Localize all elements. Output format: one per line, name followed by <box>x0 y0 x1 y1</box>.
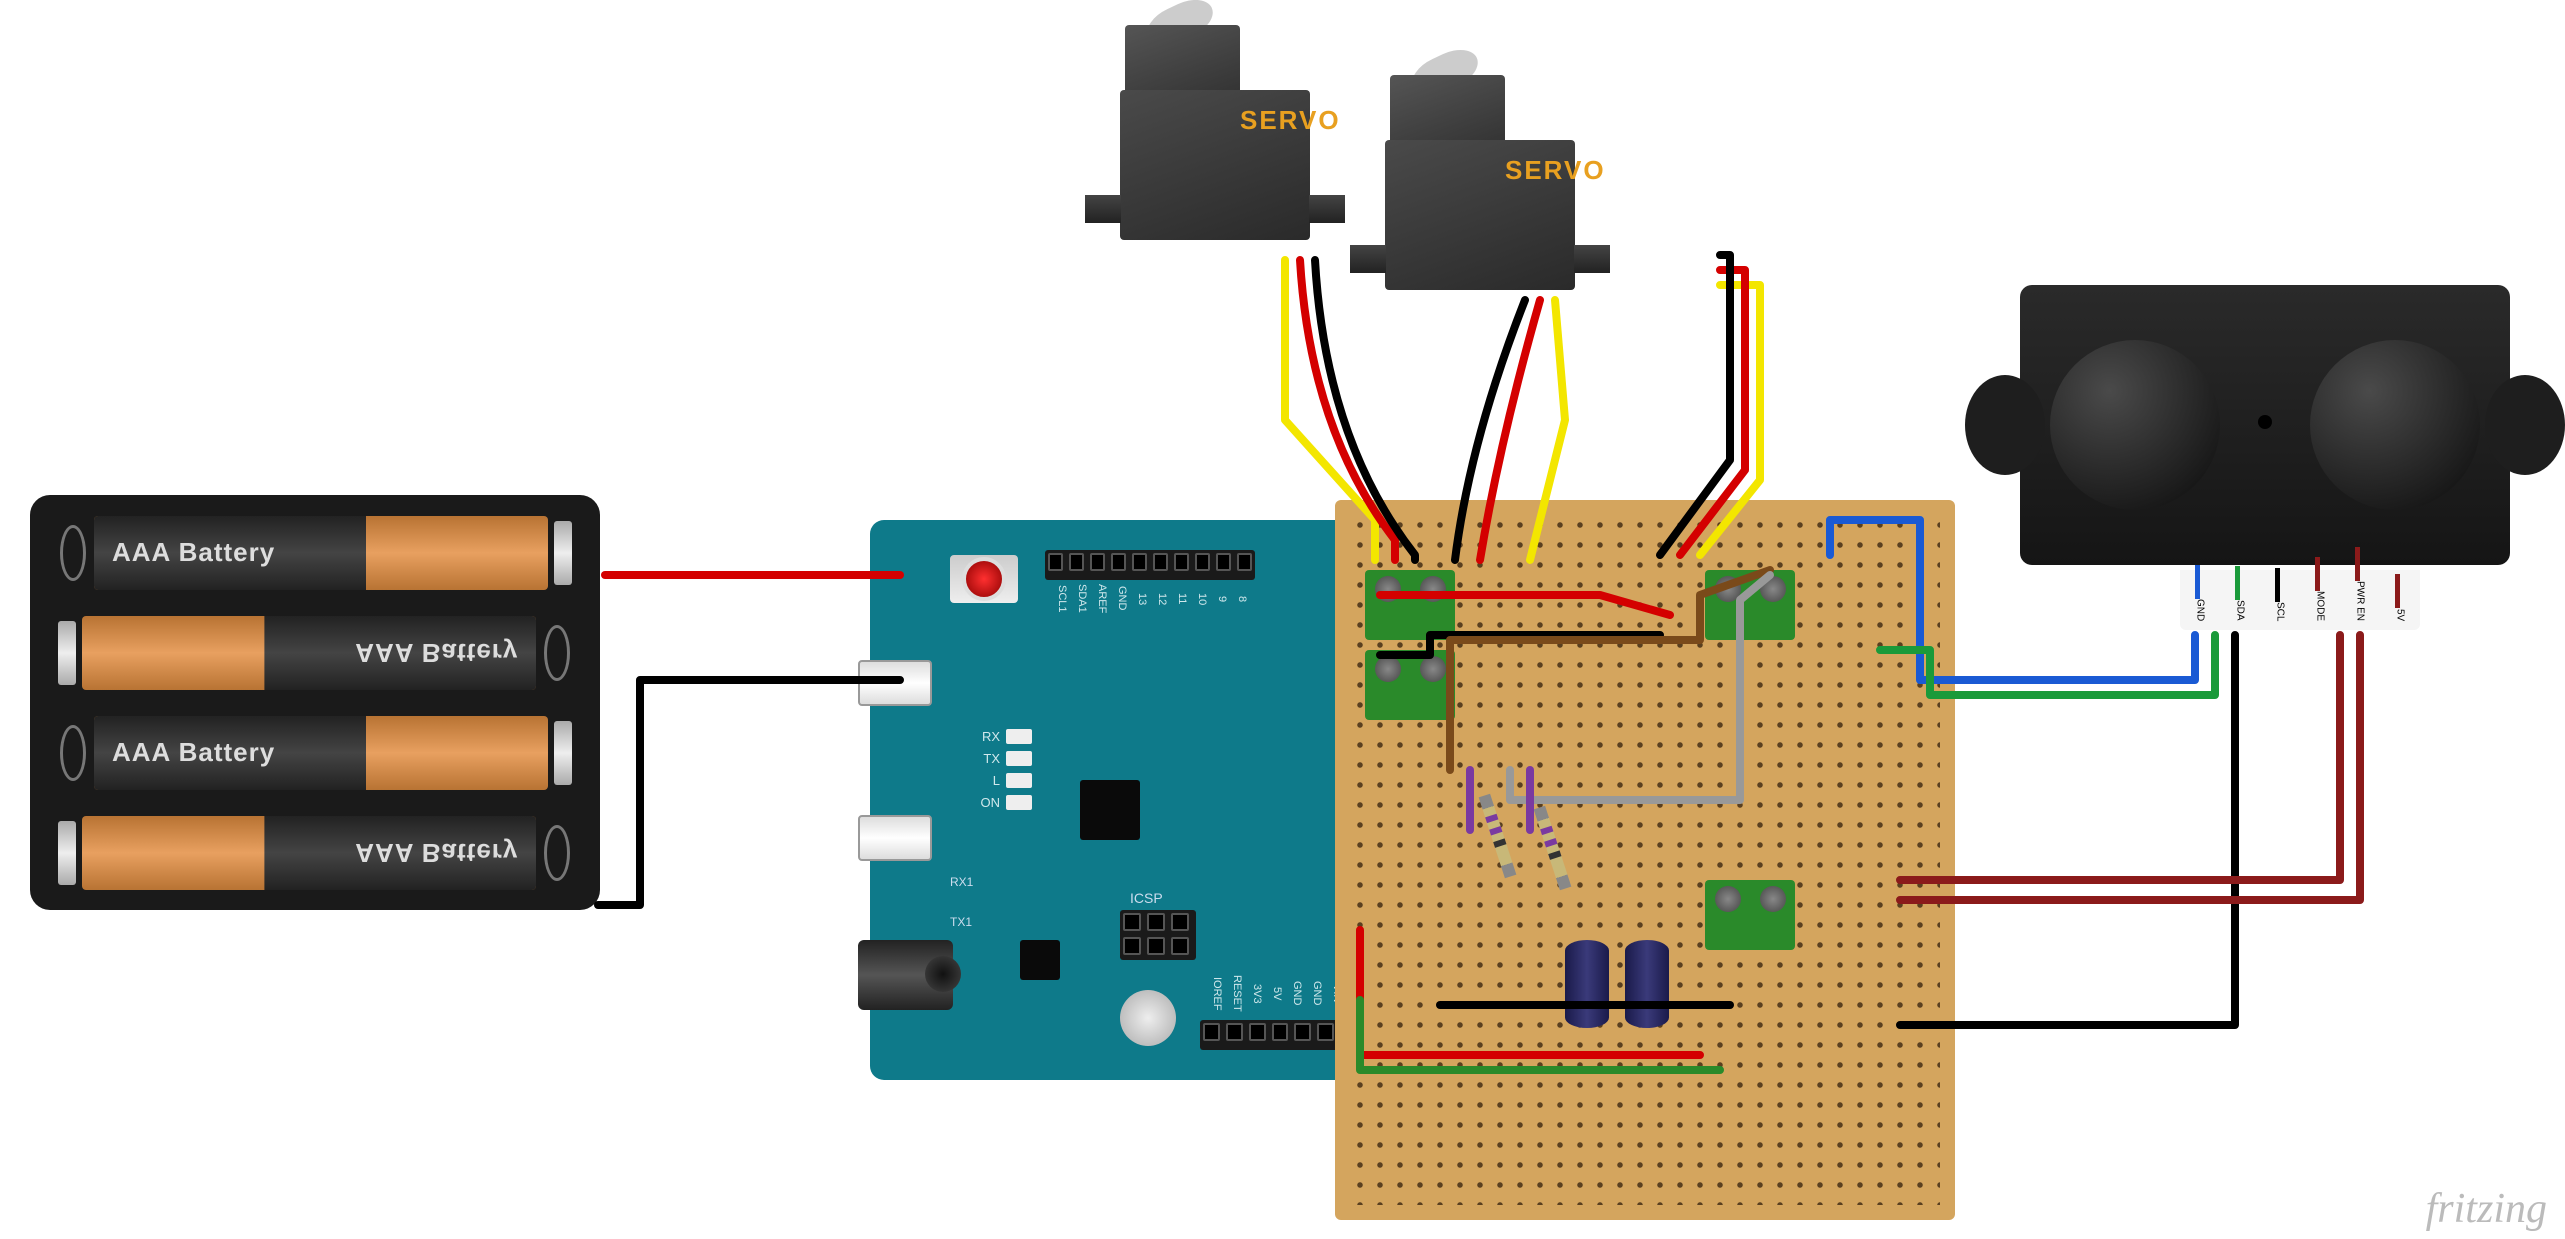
wire-proto-green-bottom <box>1360 1000 1720 1070</box>
fritzing-watermark: fritzing <box>2426 1185 2547 1233</box>
wire-sensor-gnd-blue <box>1830 520 2195 680</box>
wire-proto-red-bottom <box>1360 930 1700 1055</box>
wire-sensor-5v-darkred <box>1900 635 2360 900</box>
wire-sensor-sda-green <box>1880 635 2215 695</box>
wire-servo2-sig-yellow <box>1530 300 1565 560</box>
wire-sensor-pwr-darkred <box>1900 635 2340 880</box>
wire-battery-neg <box>598 680 900 905</box>
wire-servo2-black-ext <box>1660 255 1730 555</box>
wire-proto-red-bridge <box>1380 595 1670 615</box>
wire-servo1-pow-red <box>1300 260 1395 560</box>
wire-overlay <box>0 0 2565 1239</box>
